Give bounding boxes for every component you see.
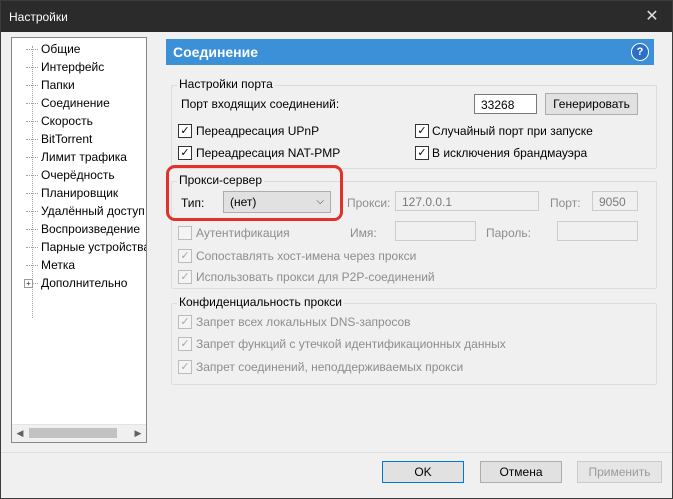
tree-list: Общие Интерфейс Папки Соединение Скорост… <box>12 38 146 424</box>
leak-label: Запрет функций с утечкой идентификационн… <box>196 337 506 351</box>
settings-tree: Общие Интерфейс Папки Соединение Скорост… <box>11 37 147 443</box>
tree-item-scheduler[interactable]: Планировщик <box>26 184 118 202</box>
auth-checkbox[interactable] <box>178 226 192 240</box>
tree-item-general[interactable]: Общие <box>26 40 80 58</box>
resolve-hostnames-checkbox[interactable]: ✓ <box>178 249 192 263</box>
upnp-label: Переадресация UPnP <box>196 124 320 138</box>
tree-item-label: Папки <box>41 78 75 92</box>
firewall-checkbox[interactable]: ✓ <box>415 146 429 160</box>
proxy-port-label: Порт: <box>550 196 581 210</box>
horizontal-scrollbar[interactable]: ◀ ▶ <box>12 424 146 442</box>
natpmp-checkbox[interactable]: ✓ <box>178 146 192 160</box>
leak-checkbox[interactable]: ✓ <box>178 337 192 351</box>
privacy-group-title: Конфиденциальность прокси <box>177 295 344 309</box>
proxy-type-select[interactable]: (нет) ⌵ <box>223 191 331 213</box>
p2p-proxy-label: Использовать прокси для P2P-соединений <box>196 270 435 284</box>
proxy-host-field[interactable]: 127.0.0.1 <box>395 191 539 211</box>
proxy-type-label: Тип: <box>181 196 205 210</box>
incoming-port-label: Порт входящих соединений: <box>181 97 340 111</box>
firewall-label: В исключения брандмауэра <box>432 146 588 160</box>
tree-item-label: Удалённый доступ <box>41 204 145 218</box>
tree-item-remote[interactable]: Удалённый доступ <box>26 202 145 220</box>
scroll-left-icon[interactable]: ◀ <box>12 428 28 439</box>
ok-button[interactable]: OK <box>382 461 464 483</box>
proxy-group-title: Прокси-сервер <box>177 173 264 187</box>
tree-item-label: Соединение <box>41 96 110 110</box>
proxy-port-field[interactable]: 9050 <box>592 191 638 211</box>
tree-item-interface[interactable]: Интерфейс <box>26 58 104 76</box>
tree-item-connection[interactable]: Соединение <box>26 94 110 112</box>
tree-item-label: Дополнительно <box>41 276 128 290</box>
tree-item-playback[interactable]: Воспроизведение <box>26 220 140 238</box>
unsupported-label: Запрет соединений, неподдерживаемых прок… <box>196 360 464 374</box>
tree-item-label: Воспроизведение <box>41 222 141 236</box>
tree-item-label: Планировщик <box>41 186 119 200</box>
incoming-port-field[interactable]: 33268 <box>474 94 537 114</box>
tree-item-paired-devices[interactable]: Парные устройства <box>26 238 147 256</box>
footer-divider <box>1 452 672 453</box>
tree-item-bittorrent[interactable]: BitTorrent <box>26 130 92 148</box>
tree-item-speed[interactable]: Скорость <box>26 112 93 130</box>
tree-item-label: Лимит трафика <box>41 150 127 164</box>
port-group-title: Настройки порта <box>177 77 275 91</box>
random-port-label: Случайный порт при запуске <box>432 124 593 138</box>
scrollbar-thumb[interactable] <box>29 428 117 438</box>
panel-title: Соединение <box>173 44 259 60</box>
tree-item-label: BitTorrent <box>41 132 93 146</box>
auth-label: Аутентификация <box>196 226 290 240</box>
proxy-type-value: (нет) <box>230 195 257 209</box>
upnp-checkbox[interactable]: ✓ <box>178 124 192 138</box>
tree-item-folders[interactable]: Папки <box>26 76 75 94</box>
username-field[interactable] <box>395 221 476 241</box>
password-label: Пароль: <box>486 226 531 240</box>
window-title: Настройки <box>9 10 68 24</box>
tree-item-label: Очерёдность <box>41 168 115 182</box>
tree-item-label-settings[interactable]: Метка <box>26 256 75 274</box>
tree-item-label: Парные устройства <box>41 240 147 254</box>
title-bar: Настройки ✕ <box>1 1 672 32</box>
tree-item-traffic-limit[interactable]: Лимит трафика <box>26 148 127 166</box>
chevron-down-icon: ⌵ <box>316 196 324 207</box>
apply-button[interactable]: Применить <box>577 461 662 483</box>
close-icon[interactable]: ✕ <box>642 6 662 26</box>
dns-checkbox[interactable]: ✓ <box>178 315 192 329</box>
settings-dialog: Настройки ✕ Общие Интерфейс Папки Соедин… <box>0 0 673 499</box>
dns-label: Запрет всех локальных DNS-запросов <box>196 315 411 329</box>
tree-item-label: Скорость <box>41 114 93 128</box>
tree-item-advanced[interactable]: Дополнительно <box>26 274 127 292</box>
tree-item-label: Общие <box>41 42 81 56</box>
unsupported-checkbox[interactable]: ✓ <box>178 360 192 374</box>
resolve-hostnames-label: Сопоставлять хост-имена через прокси <box>196 249 417 263</box>
proxy-host-label: Прокси: <box>347 196 391 210</box>
cancel-button[interactable]: Отмена <box>480 461 562 483</box>
scroll-right-icon[interactable]: ▶ <box>130 428 146 439</box>
help-icon[interactable]: ? <box>631 43 649 61</box>
p2p-proxy-checkbox[interactable]: ✓ <box>178 270 192 284</box>
random-port-checkbox[interactable]: ✓ <box>415 124 429 138</box>
password-field[interactable] <box>557 221 638 241</box>
tree-item-queue[interactable]: Очерёдность <box>26 166 115 184</box>
username-label: Имя: <box>350 226 377 240</box>
panel-header: Соединение ? <box>166 39 654 65</box>
generate-button[interactable]: Генерировать <box>545 93 638 115</box>
natpmp-label: Переадресация NAT-PMP <box>196 146 341 160</box>
tree-item-label: Метка <box>41 258 76 272</box>
tree-item-label: Интерфейс <box>41 60 105 74</box>
